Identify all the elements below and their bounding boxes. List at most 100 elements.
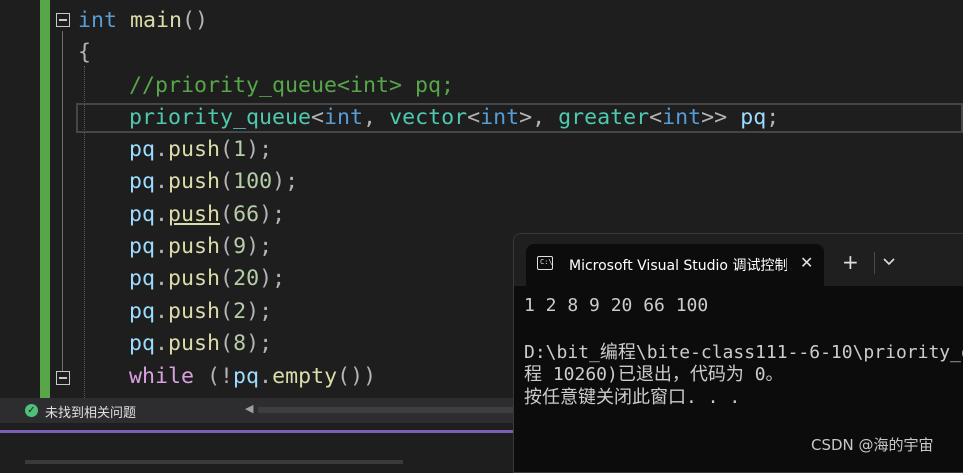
code-line-push-8[interactable]: pq.push(8); — [129, 328, 272, 360]
tab-separator — [874, 252, 875, 274]
function-push: push — [168, 299, 221, 324]
code-line-push-2[interactable]: pq.push(2); — [129, 296, 272, 328]
change-tracking-bar — [40, 0, 50, 398]
punct: , — [363, 105, 390, 130]
terminal-icon-glyph: C:\ — [540, 258, 553, 266]
number-literal: 1 — [233, 137, 247, 162]
collapse-main-icon[interactable] — [56, 13, 70, 27]
issues-status-text[interactable]: 未找到相关问题 — [45, 402, 136, 421]
paren: ( — [220, 266, 234, 291]
number-literal: 8 — [233, 331, 247, 356]
code-line-comment[interactable]: //priority_queue<int> pq; — [129, 70, 454, 102]
variable-pq: pq — [233, 364, 260, 389]
variable-pq: pq — [740, 105, 767, 130]
dot: . — [155, 169, 169, 194]
scroll-left-icon[interactable]: ◀ — [245, 402, 253, 415]
paren: ( — [220, 169, 234, 194]
horizontal-scrollbar[interactable] — [258, 407, 515, 413]
punct: < — [311, 105, 325, 130]
terminal-icon: C:\ — [537, 256, 553, 270]
code-line-while[interactable]: while (!pq.empty()) — [129, 361, 376, 393]
code-line-push-20[interactable]: pq.push(20); — [129, 263, 285, 295]
paren: ( — [220, 202, 234, 227]
code-line-push-9[interactable]: pq.push(9); — [129, 231, 272, 263]
console-tab-title: Microsoft Visual Studio 调试控制台 — [569, 258, 787, 274]
type-priority-queue: priority_queue — [129, 105, 312, 130]
keyword-while: while — [129, 364, 195, 389]
function-push: push — [168, 137, 221, 162]
function-main: main — [130, 8, 183, 33]
keyword-int: int — [324, 105, 364, 130]
code-line-main-signature[interactable]: int main() — [78, 5, 208, 37]
paren: ( — [220, 137, 234, 162]
paren-semicolon: ); — [246, 137, 273, 162]
code-line-push-1[interactable]: pq.push(1); — [129, 134, 272, 166]
editor-status-strip: ✓ 未找到相关问题 ◀ — [0, 398, 515, 423]
paren-semicolon: ); — [259, 266, 286, 291]
paren: ( — [220, 331, 234, 356]
keyword-int: int — [78, 8, 118, 33]
number-literal: 2 — [233, 299, 247, 324]
close-tab-icon[interactable]: ✕ — [800, 253, 813, 272]
function-push-link[interactable]: push — [168, 202, 220, 227]
paren-semicolon: ); — [272, 169, 299, 194]
punct: ()) — [337, 364, 377, 389]
punct: >> — [701, 105, 741, 130]
variable-pq: pq — [129, 137, 156, 162]
dot: . — [155, 331, 169, 356]
function-empty: empty — [272, 364, 338, 389]
console-titlebar: C:\ Microsoft Visual Studio 调试控制台 ✕ + — [514, 234, 963, 286]
comment-text: //priority_queue<int> pq; — [129, 73, 455, 98]
dot: . — [155, 234, 169, 259]
paren: ( — [220, 234, 234, 259]
console-output-line: 1 2 8 9 20 66 100 — [524, 295, 709, 316]
semicolon: ; — [766, 105, 780, 130]
code-line-declaration[interactable]: priority_queue<int, vector<int>, greater… — [129, 102, 779, 134]
code-line-push-100[interactable]: pq.push(100); — [129, 166, 298, 198]
line-number-gutter — [0, 0, 40, 398]
code-line-push-66[interactable]: pq.push(66); — [129, 199, 285, 231]
code-line-open-brace[interactable]: { — [78, 37, 91, 69]
chevron-down-icon[interactable] — [882, 251, 896, 271]
variable-pq: pq — [129, 202, 156, 227]
paren-semicolon: ); — [246, 299, 273, 324]
variable-pq: pq — [129, 234, 156, 259]
paren-semicolon: ); — [246, 234, 273, 259]
function-push: push — [168, 169, 221, 194]
watermark: CSDN @海的宇宙 — [811, 436, 934, 454]
number-literal: 20 — [233, 266, 260, 291]
console-tab[interactable]: C:\ Microsoft Visual Studio 调试控制台 ✕ — [526, 244, 824, 286]
console-output-line: 程 10260)已退出，代码为 0。 — [524, 364, 784, 385]
punct: (! — [194, 364, 234, 389]
variable-pq: pq — [129, 331, 156, 356]
bottom-panel — [0, 433, 515, 464]
variable-pq: pq — [129, 169, 156, 194]
punct: < — [649, 105, 663, 130]
number-literal: 66 — [233, 202, 260, 227]
function-push: push — [168, 331, 221, 356]
dot: . — [155, 137, 169, 162]
type-greater: greater — [558, 105, 650, 130]
function-push: push — [168, 234, 221, 259]
punct: >, — [519, 105, 559, 130]
console-output-line: D:\bit_编程\bite-class111--6-10\priority_q… — [524, 342, 963, 363]
variable-pq: pq — [129, 266, 156, 291]
function-push: push — [168, 266, 221, 291]
dot: . — [155, 266, 169, 291]
variable-pq: pq — [129, 299, 156, 324]
keyword-int: int — [480, 105, 520, 130]
number-literal: 9 — [233, 234, 247, 259]
new-tab-button[interactable]: + — [842, 251, 859, 273]
paren: ( — [220, 299, 234, 324]
paren-semicolon: ); — [259, 202, 286, 227]
dot: . — [155, 299, 169, 324]
keyword-int: int — [662, 105, 702, 130]
type-vector: vector — [389, 105, 468, 130]
number-literal: 100 — [233, 169, 273, 194]
parentheses: () — [182, 8, 209, 33]
dot: . — [155, 202, 169, 227]
outlining-line — [62, 31, 63, 371]
check-circle-icon: ✓ — [25, 404, 38, 417]
panel-scrollbar[interactable] — [25, 460, 403, 464]
collapse-while-icon[interactable] — [56, 371, 70, 385]
